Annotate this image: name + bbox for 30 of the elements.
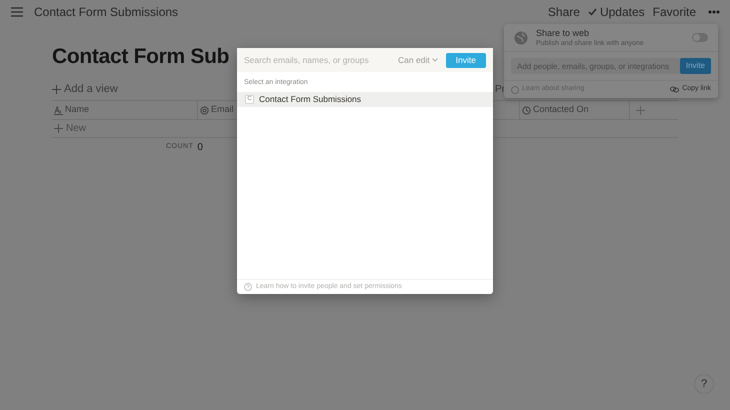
count-value: 0: [197, 140, 203, 154]
plus-icon: [54, 124, 63, 133]
topbar-button[interactable]: Updates: [588, 3, 645, 21]
toggle-switch[interactable]: [692, 33, 708, 42]
clock-icon: [522, 106, 531, 114]
topbar-button[interactable]: Favorite: [652, 3, 696, 21]
plus-icon: [52, 84, 61, 94]
column-header[interactable]: Contacted On: [522, 103, 589, 117]
add-view-button[interactable]: Add a view: [52, 80, 118, 98]
help-button[interactable]: ?: [694, 374, 714, 394]
menu-icon: [11, 7, 23, 17]
page-title: Contact Form Sub: [52, 44, 230, 70]
share-title: Share to web: [536, 28, 590, 38]
column-header[interactable]: Email: [200, 103, 234, 117]
topbar-button[interactable]: Share: [548, 3, 580, 21]
invite-button[interactable]: Invite: [680, 58, 711, 74]
plus-icon: [636, 106, 644, 114]
search-bar[interactable]: Search emails, names, or groups Can edit Invite: [237, 48, 493, 72]
more-icon: [708, 10, 720, 14]
chevron-down-icon: [432, 58, 438, 62]
integration-name: Contact Form Submissions: [259, 92, 362, 106]
check-icon: [588, 8, 597, 16]
invite-button[interactable]: Invite: [446, 52, 486, 68]
breadcrumb-title[interactable]: Contact Form Submissions: [34, 3, 178, 21]
column-header[interactable]: Name: [54, 103, 90, 117]
search-input-field[interactable]: Search emails, names, or groups: [244, 54, 398, 66]
column-text: Pr: [495, 82, 505, 96]
link-icon: [670, 86, 680, 93]
permission-dropdown[interactable]: Can edit: [398, 54, 438, 66]
text-type-icon: [54, 106, 63, 114]
